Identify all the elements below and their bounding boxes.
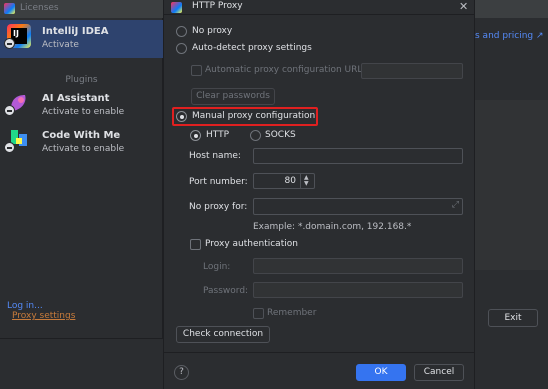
http-proxy-dialog: HTTP Proxy ✕ No proxy Auto-detect proxy … <box>163 0 475 389</box>
socks-label: SOCKS <box>265 130 296 140</box>
product-name: IntelliJ IDEA <box>42 26 109 37</box>
plugins-section-label: Plugins <box>65 75 98 85</box>
auto-detect-label: Auto-detect proxy settings <box>192 43 312 53</box>
http-label: HTTP <box>206 130 230 140</box>
socks-radio[interactable] <box>250 130 261 141</box>
app-icon <box>171 2 182 13</box>
app-icon <box>4 3 15 14</box>
remember-checkbox[interactable] <box>253 308 264 319</box>
pricing-link[interactable]: s and pricing ↗ <box>475 31 544 41</box>
auto-config-url-label: Automatic proxy configuration URL: <box>205 65 366 75</box>
product-status: Activate <box>42 40 79 50</box>
product-list: IJ IntelliJ IDEA Activate Plugins AI Ass… <box>0 18 163 338</box>
login-input[interactable] <box>253 258 463 274</box>
http-radio[interactable] <box>190 130 201 141</box>
remember-label: Remember <box>267 308 317 318</box>
proxy-auth-label: Proxy authentication <box>205 239 298 249</box>
port-number-stepper[interactable]: 80 ▲ ▼ <box>253 173 315 189</box>
auto-config-url-input[interactable] <box>361 63 463 79</box>
spinner-arrows-icon[interactable]: ▲ ▼ <box>300 174 314 188</box>
password-input[interactable] <box>253 282 463 298</box>
no-proxy-radio[interactable] <box>176 26 187 37</box>
ok-button[interactable]: OK <box>356 364 406 381</box>
dialog-title: HTTP Proxy <box>192 1 243 11</box>
not-activated-icon <box>4 105 15 116</box>
not-activated-icon <box>4 142 15 153</box>
port-number-label: Port number: <box>189 177 248 187</box>
cancel-button[interactable]: Cancel <box>414 364 464 381</box>
dialog-titlebar: HTTP Proxy ✕ <box>164 0 474 15</box>
product-name: Code With Me <box>42 130 121 141</box>
product-status: Activate to enable <box>42 144 125 154</box>
product-item-intellij-idea[interactable]: IJ IntelliJ IDEA Activate <box>0 20 163 58</box>
login-link[interactable]: Log in... <box>7 301 43 311</box>
no-proxy-for-label: No proxy for: <box>189 202 248 212</box>
manual-proxy-radio[interactable] <box>176 111 187 122</box>
product-status: Activate to enable <box>42 107 125 117</box>
expand-icon[interactable]: ⤢ <box>452 200 459 210</box>
host-name-label: Host name: <box>189 151 241 161</box>
product-item-code-with-me[interactable]: Code With Me Activate to enable <box>0 124 163 162</box>
left-footer <box>0 338 163 389</box>
product-item-ai-assistant[interactable]: AI Assistant Activate to enable <box>0 87 163 125</box>
manual-proxy-label: Manual proxy configuration <box>192 111 316 121</box>
product-name: AI Assistant <box>42 93 110 104</box>
auto-config-url-checkbox[interactable] <box>191 65 202 76</box>
close-icon[interactable]: ✕ <box>459 0 468 13</box>
auto-detect-radio[interactable] <box>176 43 187 54</box>
port-number-value: 80 <box>284 176 296 186</box>
no-proxy-for-input[interactable]: ⤢ <box>253 198 463 215</box>
licenses-title: Licenses <box>20 3 59 13</box>
password-label: Password: <box>203 286 249 296</box>
example-hint: Example: *.domain.com, 192.168.* <box>253 222 412 232</box>
no-proxy-label: No proxy <box>192 26 233 36</box>
proxy-settings-link[interactable]: Proxy settings <box>12 311 75 321</box>
not-activated-icon <box>4 38 15 49</box>
proxy-auth-checkbox[interactable] <box>190 239 201 250</box>
clear-passwords-button[interactable]: Clear passwords <box>191 88 275 105</box>
login-label: Login: <box>203 262 231 272</box>
check-connection-button[interactable]: Check connection <box>176 326 270 343</box>
footer-divider <box>164 352 474 353</box>
host-name-input[interactable] <box>253 148 463 164</box>
exit-button[interactable]: Exit <box>488 309 538 327</box>
help-icon[interactable]: ? <box>174 365 189 380</box>
license-info-panel <box>475 100 548 270</box>
